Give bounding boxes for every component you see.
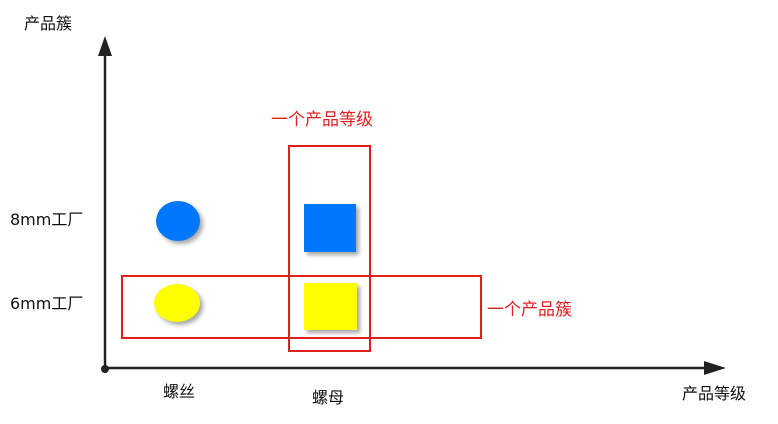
blue-circle-screw-8mm bbox=[156, 201, 200, 241]
x-axis-arrow bbox=[704, 361, 726, 375]
y-axis-arrow bbox=[98, 36, 112, 56]
row-label-6mm: 6mm工厂 bbox=[10, 294, 84, 313]
y-axis-title: 产品簇 bbox=[24, 14, 73, 33]
axes bbox=[98, 36, 726, 375]
product-family-annotation: 一个产品簇 bbox=[487, 300, 572, 320]
column-label-nut: 螺母 bbox=[312, 388, 345, 407]
axis-origin-dot bbox=[101, 365, 109, 373]
column-label-screw: 螺丝 bbox=[163, 382, 196, 401]
product-family-frame bbox=[121, 275, 482, 339]
product-grade-annotation: 一个产品等级 bbox=[271, 110, 373, 130]
x-axis-title: 产品等级 bbox=[682, 384, 747, 403]
row-label-8mm: 8mm工厂 bbox=[10, 210, 84, 229]
